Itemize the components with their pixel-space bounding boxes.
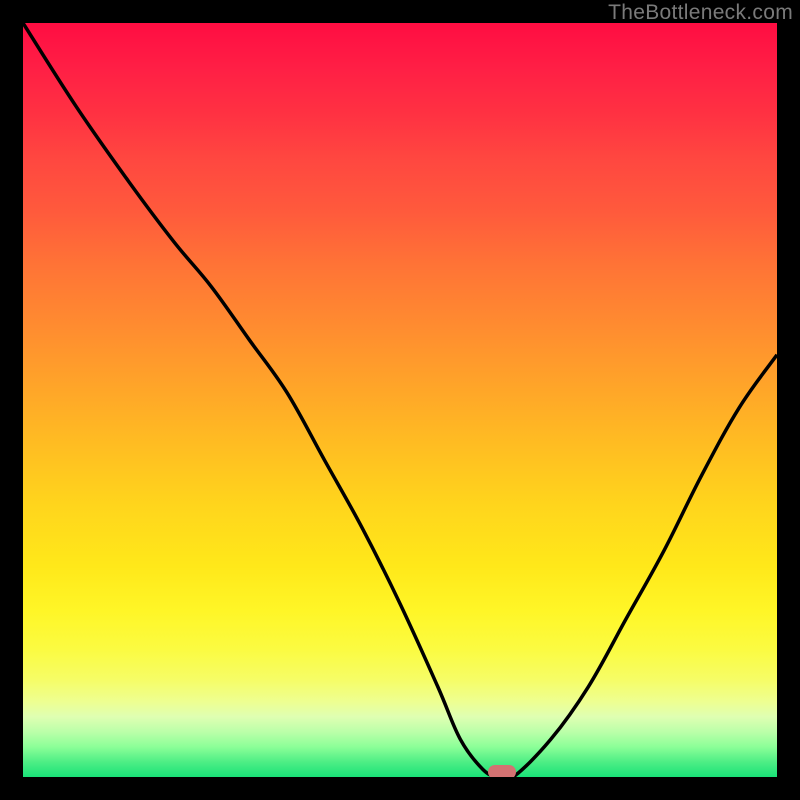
watermark-text: TheBottleneck.com	[608, 1, 793, 25]
curve-path	[23, 23, 777, 777]
optimal-point-marker	[488, 765, 516, 777]
bottleneck-curve	[23, 23, 777, 777]
chart-frame: TheBottleneck.com	[0, 0, 800, 800]
plot-area	[23, 23, 777, 777]
